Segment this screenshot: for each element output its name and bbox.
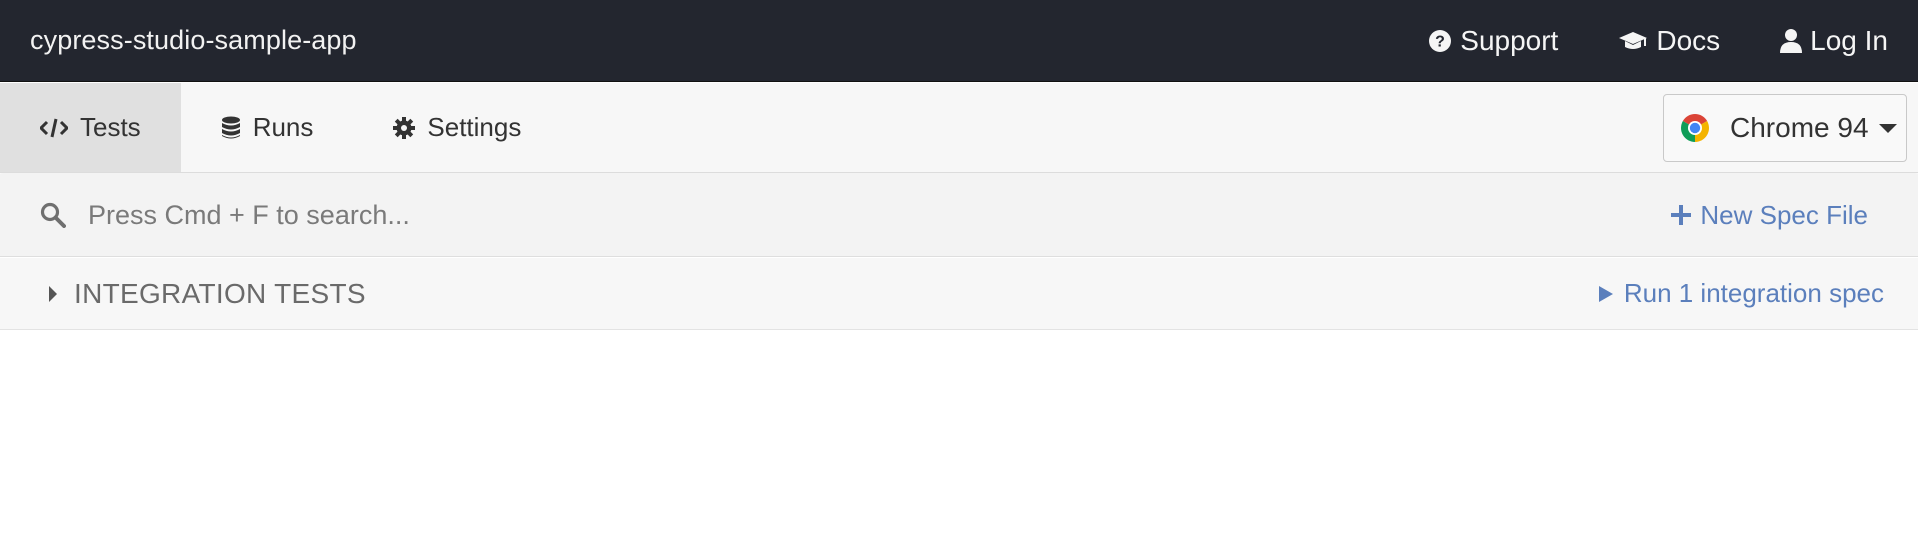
new-spec-file-button[interactable]: New Spec File <box>1670 200 1868 231</box>
docs-link[interactable]: Docs <box>1618 25 1720 57</box>
nav-bar: Tests Runs Settings Chrome 94 <box>0 83 1918 173</box>
database-icon <box>221 116 240 138</box>
chrome-logo-icon <box>1681 114 1709 142</box>
tab-settings[interactable]: Settings <box>353 83 561 172</box>
play-icon <box>1598 285 1613 302</box>
tab-tests-label: Tests <box>80 112 141 142</box>
run-integration-specs-button[interactable]: Run 1 integration spec <box>1598 278 1884 309</box>
tab-runs[interactable]: Runs <box>181 83 354 172</box>
question-circle-icon: ? <box>1429 29 1452 52</box>
integration-tests-folder[interactable]: INTEGRATION TESTS <box>48 278 366 310</box>
support-link-label: Support <box>1460 24 1559 56</box>
run-integration-specs-label: Run 1 integration spec <box>1623 278 1884 308</box>
caret-down-icon <box>1878 124 1897 133</box>
support-link[interactable]: ? Support <box>1428 25 1558 57</box>
app-title: cypress-studio-sample-app <box>30 25 357 55</box>
nav-tabs: Tests Runs Settings <box>0 83 1918 172</box>
integration-tests-row: INTEGRATION TESTS Run 1 integration spec <box>0 258 1918 330</box>
login-link[interactable]: Log In <box>1780 25 1888 57</box>
folder-label: INTEGRATION TESTS <box>74 277 366 309</box>
top-header: cypress-studio-sample-app ? Support Docs… <box>0 0 1918 82</box>
graduation-cap-icon <box>1619 31 1648 49</box>
tab-settings-label: Settings <box>427 112 522 142</box>
tab-runs-label: Runs <box>252 112 314 142</box>
user-icon <box>1780 28 1803 53</box>
browser-label: Chrome 94 <box>1730 112 1869 143</box>
plus-icon <box>1671 205 1692 225</box>
search-input[interactable] <box>86 198 986 232</box>
caret-right-icon <box>49 285 57 302</box>
search-bar: New Spec File <box>0 174 1918 257</box>
svg-text:?: ? <box>1435 33 1445 50</box>
browser-select[interactable]: Chrome 94 <box>1663 94 1907 162</box>
header-links: ? Support Docs Log In <box>1368 0 1888 81</box>
docs-link-label: Docs <box>1656 24 1721 56</box>
new-spec-file-label: New Spec File <box>1700 199 1868 230</box>
search-icon <box>40 202 66 228</box>
login-link-label: Log In <box>1810 24 1888 56</box>
code-icon <box>40 118 68 137</box>
tab-tests[interactable]: Tests <box>0 83 181 172</box>
gear-icon <box>393 116 416 139</box>
